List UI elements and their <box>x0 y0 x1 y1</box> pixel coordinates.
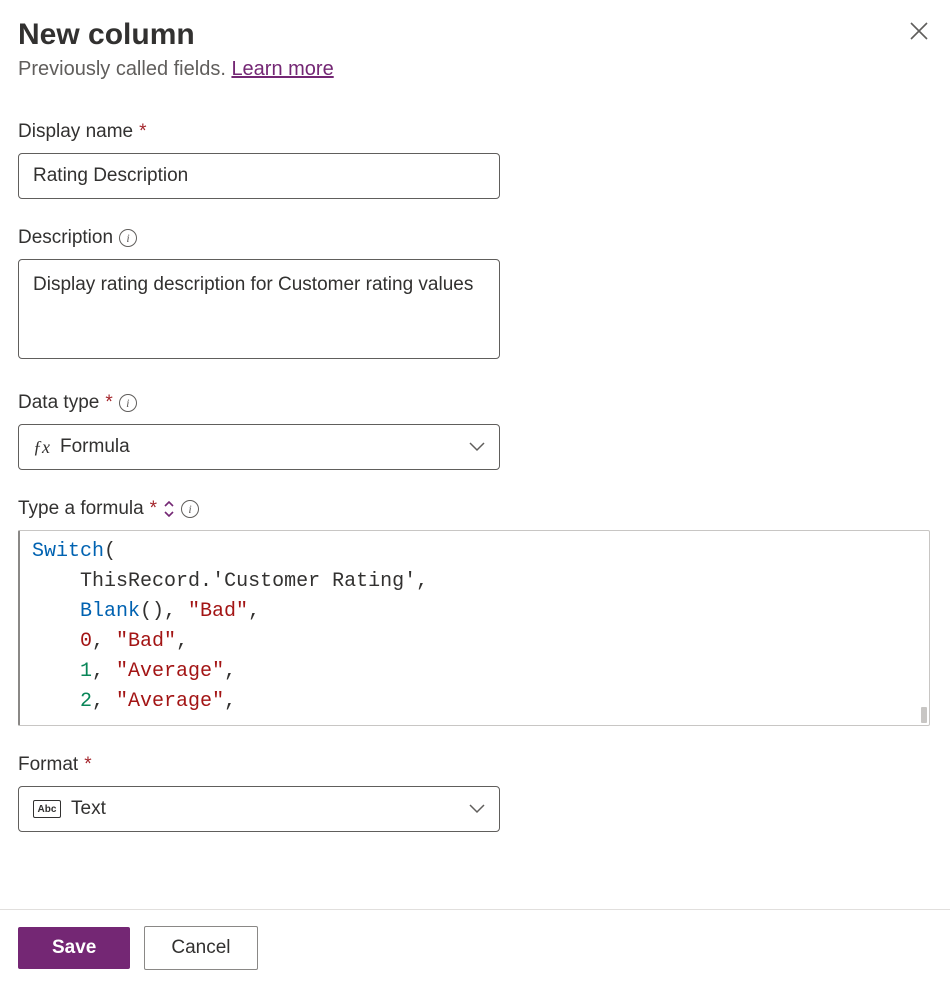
formula-field: Type a formula * i Switch( ThisRecord.'C… <box>18 498 932 726</box>
format-select[interactable]: Abc Text <box>18 786 500 832</box>
format-label: Format * <box>18 754 932 776</box>
info-icon[interactable]: i <box>119 229 137 247</box>
data-type-field: Data type * i ƒx Formula <box>18 392 932 470</box>
data-type-value: Formula <box>60 436 130 458</box>
tok: Blank <box>80 600 140 623</box>
description-field: Description i <box>18 227 932 364</box>
formula-label: Type a formula * i <box>18 498 932 520</box>
tok: Switch <box>32 540 104 563</box>
tok: 1 <box>80 660 92 683</box>
format-value: Text <box>71 798 106 820</box>
scrollbar-handle[interactable] <box>921 707 927 723</box>
panel-title: New column <box>18 18 195 52</box>
tok: "Average" <box>116 690 224 713</box>
chevron-down-icon <box>469 798 485 820</box>
display-name-field: Display name * <box>18 121 932 199</box>
description-input[interactable] <box>18 259 500 359</box>
display-name-input[interactable] <box>18 153 500 199</box>
learn-more-link[interactable]: Learn more <box>231 58 333 80</box>
new-column-panel: New column Previously called fields. Lea… <box>0 0 950 990</box>
expand-icon[interactable] <box>163 501 175 517</box>
chevron-down-icon <box>469 436 485 458</box>
tok: 'Customer Rating' <box>212 570 416 593</box>
formula-label-text: Type a formula <box>18 498 144 520</box>
abc-icon: Abc <box>33 800 61 818</box>
required-asterisk: * <box>84 754 91 776</box>
cancel-button[interactable]: Cancel <box>144 926 257 970</box>
save-button[interactable]: Save <box>18 927 130 969</box>
data-type-select[interactable]: ƒx Formula <box>18 424 500 470</box>
tok: 0 <box>80 630 92 653</box>
format-field: Format * Abc Text <box>18 754 932 832</box>
display-name-label-text: Display name <box>18 121 133 143</box>
format-label-text: Format <box>18 754 78 776</box>
info-icon[interactable]: i <box>181 500 199 518</box>
info-icon[interactable]: i <box>119 394 137 412</box>
tok: "Bad" <box>116 630 176 653</box>
close-icon[interactable] <box>906 18 932 48</box>
tok: "Bad" <box>188 600 248 623</box>
panel-header: New column <box>18 18 932 58</box>
fx-icon: ƒx <box>33 437 50 458</box>
tok: "Average" <box>116 660 224 683</box>
required-asterisk: * <box>139 121 146 143</box>
data-type-label: Data type * i <box>18 392 932 414</box>
subtitle-text: Previously called fields. <box>18 58 231 80</box>
description-label-text: Description <box>18 227 113 249</box>
tok: ThisRecord <box>80 570 200 593</box>
data-type-label-text: Data type <box>18 392 99 414</box>
description-label: Description i <box>18 227 932 249</box>
panel-footer: Save Cancel <box>0 909 950 990</box>
required-asterisk: * <box>105 392 112 414</box>
display-name-label: Display name * <box>18 121 932 143</box>
tok: 2 <box>80 690 92 713</box>
required-asterisk: * <box>150 498 157 520</box>
panel-subtitle: Previously called fields. Learn more <box>18 58 932 81</box>
formula-editor[interactable]: Switch( ThisRecord.'Customer Rating', Bl… <box>18 530 930 726</box>
